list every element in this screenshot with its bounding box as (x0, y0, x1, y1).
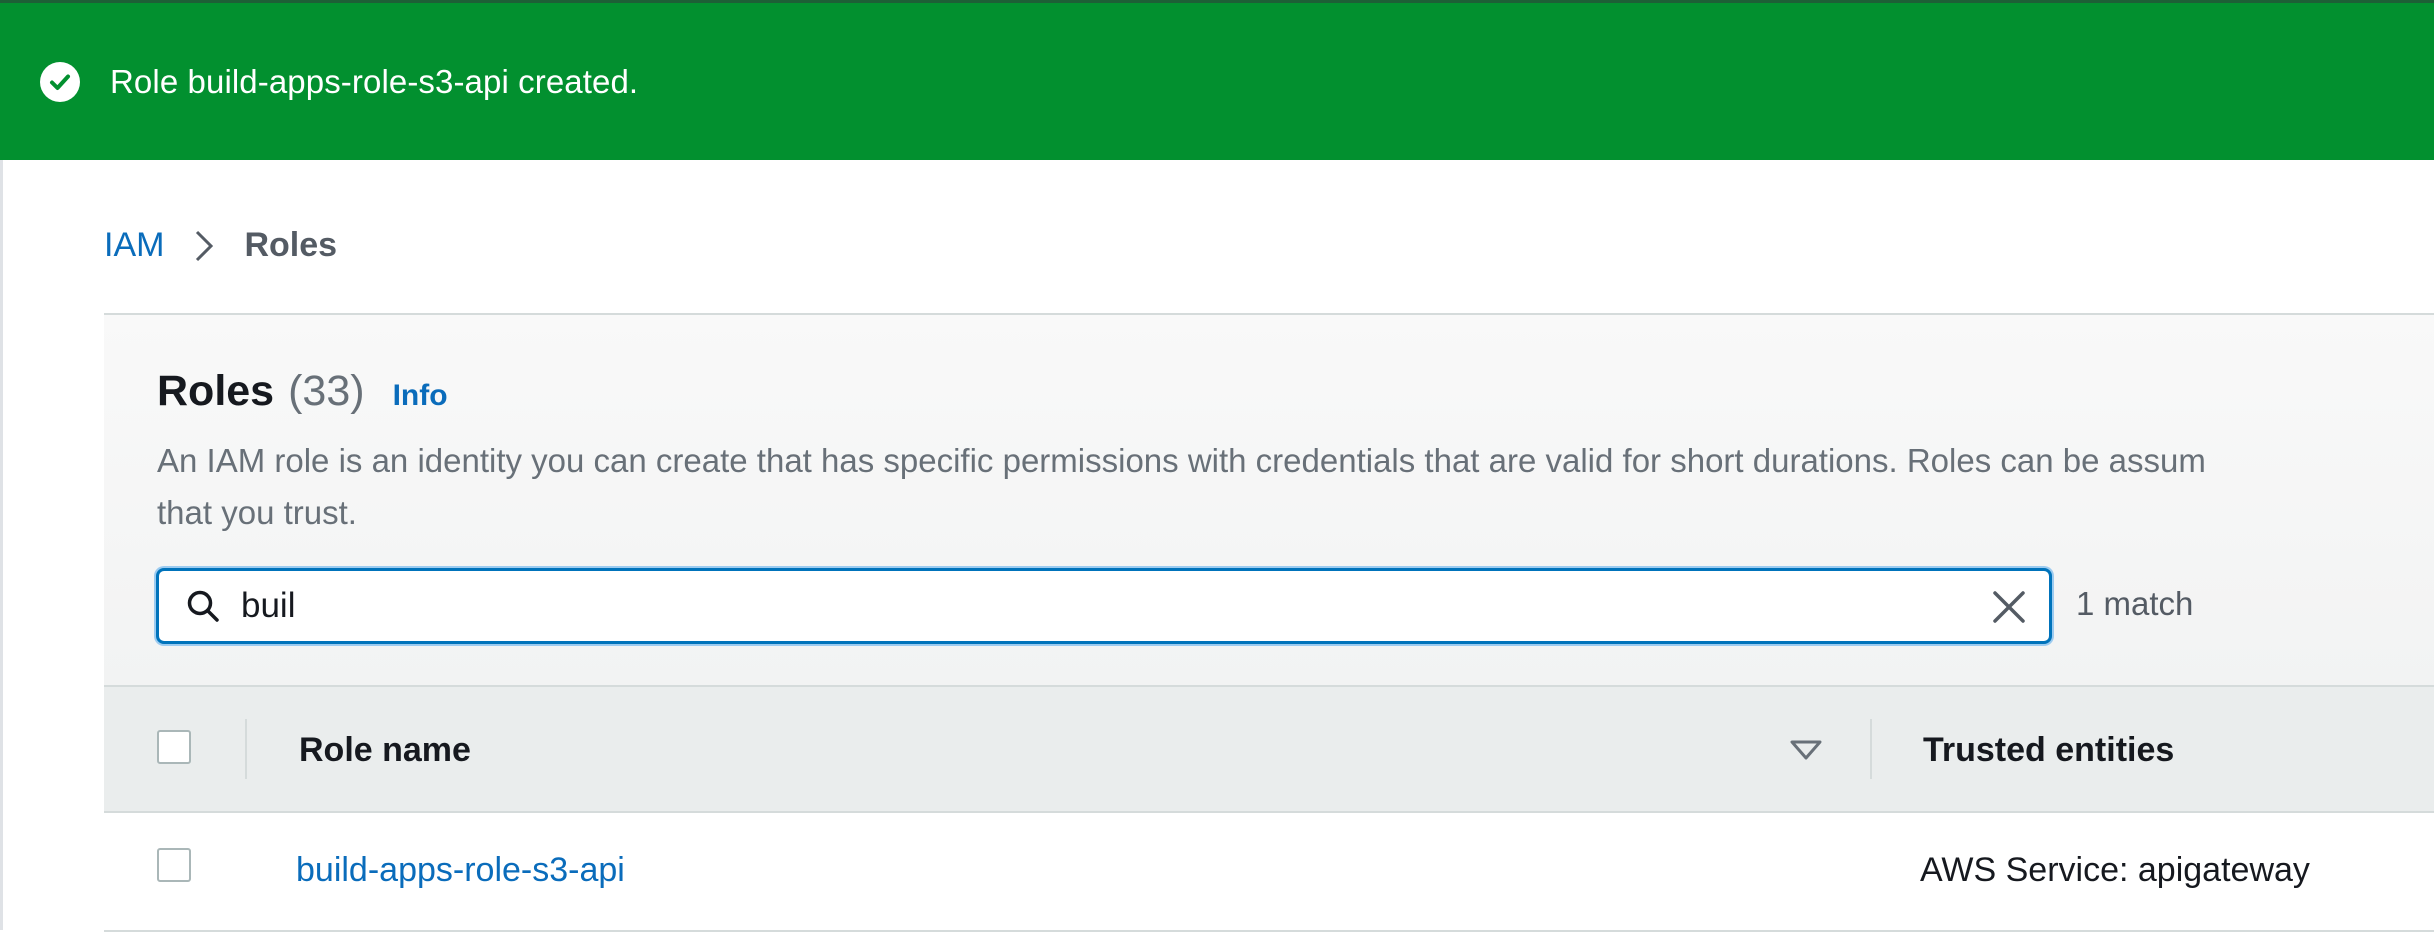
breadcrumb-iam-link[interactable]: IAM (104, 226, 164, 265)
page-title: Roles (157, 367, 275, 415)
row-checkbox[interactable] (157, 848, 191, 882)
roles-count: (33) (288, 367, 365, 415)
search-icon (185, 588, 221, 624)
role-name-link[interactable]: build-apps-role-s3-api (296, 851, 625, 890)
search-box[interactable] (156, 568, 2052, 644)
breadcrumb-current: Roles (244, 226, 338, 264)
table-row: build-apps-role-s3-api AWS Service: apig… (104, 813, 2434, 932)
roles-description: An IAM role is an identity you can creat… (157, 435, 2434, 539)
clear-search-icon[interactable] (1991, 589, 2027, 625)
match-count: 1 match (2076, 585, 2194, 622)
title-row: Roles (33) Info (157, 367, 448, 416)
description-line-1: An IAM role is an identity you can creat… (157, 442, 2206, 479)
success-flash-banner: Role build-apps-role-s3-api created. (0, 0, 2434, 160)
trusted-entities-cell: AWS Service: apigateway (1920, 851, 2310, 889)
chevron-right-icon (194, 229, 214, 263)
flash-message: Role build-apps-role-s3-api created. (110, 62, 639, 100)
check-circle-icon (40, 61, 80, 102)
roles-header: Roles (33) Info An IAM role is an identi… (104, 315, 2434, 685)
column-header-role-name[interactable]: Role name (299, 731, 471, 770)
sort-descending-icon[interactable] (1789, 739, 1823, 766)
breadcrumb: IAM Roles (104, 226, 337, 265)
column-header-trusted-entities[interactable]: Trusted entities (1923, 731, 2174, 770)
column-divider[interactable] (245, 719, 247, 779)
description-line-2: that you trust. (157, 494, 357, 531)
search-input[interactable] (239, 585, 1889, 627)
column-divider[interactable] (1870, 719, 1872, 779)
table-header: Role name Trusted entities (104, 685, 2434, 813)
info-link[interactable]: Info (393, 379, 448, 413)
roles-table-container: Roles (33) Info An IAM role is an identi… (104, 313, 2434, 932)
page-edge (0, 160, 3, 930)
select-all-checkbox[interactable] (157, 730, 191, 764)
